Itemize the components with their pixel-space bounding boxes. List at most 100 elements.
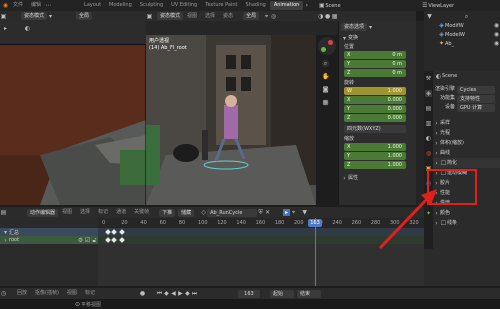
view-layer-name[interactable]: ViewLayer: [428, 3, 468, 9]
panel-simplify[interactable]: › ☐ 简化: [433, 158, 500, 168]
play-reverse-icon[interactable]: ◀: [170, 290, 177, 297]
dopesheet-menu-view[interactable]: 视图: [58, 208, 76, 217]
outliner-row[interactable]: ◈ ModifW ◉: [424, 21, 500, 30]
dopesheet-menu-key[interactable]: 关键帧: [130, 208, 153, 217]
channel-row-summary[interactable]: ▾ 汇总: [0, 228, 98, 236]
scene-tab-icon[interactable]: ◐: [425, 135, 432, 142]
filter-icon[interactable]: ▼: [301, 209, 308, 216]
menu-file[interactable]: 文件: [9, 1, 27, 10]
push-down-button[interactable]: 下推: [159, 208, 176, 217]
panel-sampling[interactable]: › 采样: [433, 118, 500, 128]
rotation-x-field[interactable]: X 0.000: [344, 96, 406, 104]
camera-toggle-icon[interactable]: ▸: [2, 25, 9, 32]
snap-icon[interactable]: ⌖: [263, 13, 270, 20]
panel-motion-blur[interactable]: › ☐ 运动模糊: [433, 168, 500, 178]
attributes-section-header[interactable]: › 属性: [339, 173, 416, 183]
tab-texture-paint[interactable]: Texture Paint: [201, 1, 241, 10]
left-mode-dropdown[interactable]: 姿态模式: [21, 12, 48, 20]
physics-tab-icon[interactable]: ◎: [425, 180, 432, 187]
camera-icon[interactable]: ◙: [322, 86, 329, 93]
location-y-field[interactable]: Y0 m: [344, 60, 406, 68]
tab-layout[interactable]: Layout: [80, 1, 105, 10]
dopesheet-menu-marker[interactable]: 标记: [94, 208, 112, 217]
xray-icon[interactable]: ▦: [331, 13, 338, 20]
panel-curves[interactable]: › 曲线: [433, 148, 500, 158]
marker-menu[interactable]: 标记: [81, 289, 99, 298]
panel-bake[interactable]: › 烘焙: [433, 198, 500, 208]
viewport-menu-pose[interactable]: 姿态: [219, 12, 237, 21]
zoom-icon[interactable]: ⌕: [322, 60, 329, 67]
jump-start-icon[interactable]: ⏮: [156, 290, 163, 297]
more-tabs-icon[interactable]: ›: [303, 2, 310, 9]
more-menu-icon[interactable]: ⋯: [45, 2, 52, 9]
constraint-tab-icon[interactable]: ⛓: [425, 195, 433, 202]
feature-set-dropdown[interactable]: 支持特性: [457, 94, 495, 103]
panel-light-paths[interactable]: › 光程: [433, 128, 500, 138]
pose-options-dropdown[interactable]: 姿态选项: [341, 23, 368, 31]
eye-icon[interactable]: ◉: [493, 22, 500, 29]
snap-icon[interactable]: ⌖: [290, 209, 297, 216]
checkbox-icon[interactable]: ☑: [84, 237, 91, 244]
left-scene-render[interactable]: [0, 45, 146, 205]
current-frame-field[interactable]: 163: [237, 289, 260, 298]
output-tab-icon[interactable]: ▤: [425, 105, 432, 112]
rotation-z-field[interactable]: Z 0.000: [344, 114, 406, 122]
overlay-icon[interactable]: ◑: [317, 13, 324, 20]
play-icon[interactable]: ▶: [177, 290, 184, 297]
dopesheet-mode-dropdown[interactable]: 动作编辑器: [27, 208, 59, 217]
next-keyframe-icon[interactable]: ◆: [184, 290, 191, 297]
panel-color-management[interactable]: › 颜色: [433, 208, 500, 218]
outliner-row[interactable]: ◈ ModelW ◉: [424, 30, 500, 39]
end-frame-field[interactable]: 结束: [296, 289, 321, 298]
panel-volumes[interactable]: › 体积(缩放): [433, 138, 500, 148]
modifier-icon[interactable]: ⚙: [77, 237, 84, 244]
outliner-row[interactable]: ✦ Ab_ ◉: [424, 39, 500, 48]
tab-modeling[interactable]: Modeling: [105, 1, 136, 10]
object-tab-icon[interactable]: ▣: [425, 165, 432, 172]
eye-icon[interactable]: ◉: [493, 31, 500, 38]
grid-icon[interactable]: ▦: [322, 99, 329, 106]
data-tab-icon[interactable]: ✦: [425, 210, 432, 217]
scale-z-field[interactable]: Z 1.000: [344, 161, 406, 169]
panel-freestyle[interactable]: › ☐ 线条: [433, 218, 500, 228]
left-viewport[interactable]: ▸ ◐: [0, 21, 146, 45]
jump-end-icon[interactable]: ⏭: [191, 290, 198, 297]
viewport-menu-view[interactable]: 视图: [183, 12, 201, 21]
location-z-field[interactable]: Z0 m: [344, 69, 406, 77]
tab-uv-editing[interactable]: UV Editing: [167, 1, 201, 10]
checkbox-icon[interactable]: ☐: [440, 220, 447, 227]
playhead-line[interactable]: [315, 218, 316, 286]
render-engine-dropdown[interactable]: Cycles: [457, 85, 495, 94]
panel-performance[interactable]: › 性能: [433, 188, 500, 198]
action-name-field[interactable]: Ab_RunCycle: [207, 208, 258, 217]
channel-row-root[interactable]: › root ⚙ ☑ 🔓︎: [0, 236, 98, 244]
checkbox-icon[interactable]: ☐: [440, 170, 447, 177]
eye-icon[interactable]: ◉: [493, 40, 500, 47]
left-transform-dropdown[interactable]: 全局: [76, 12, 93, 20]
dopesheet-menu-select[interactable]: 选择: [76, 208, 94, 217]
close-icon[interactable]: ✕: [264, 209, 271, 216]
fake-user-icon[interactable]: ⛨: [257, 209, 264, 216]
view-menu[interactable]: 视图: [63, 289, 81, 298]
editor-type-icon[interactable]: ▤: [0, 209, 7, 216]
checkbox-icon[interactable]: ☐: [440, 160, 447, 167]
record-icon[interactable]: ●: [139, 290, 146, 297]
render-tab-icon[interactable]: ◈: [425, 90, 432, 97]
viewport-transform-dropdown[interactable]: 全局: [243, 12, 260, 20]
tab-animation[interactable]: Animation: [269, 1, 304, 10]
scene-name[interactable]: Scene: [325, 3, 385, 9]
outliner-filter-icon[interactable]: ▼: [426, 13, 433, 20]
tab-shading[interactable]: Shading: [242, 1, 270, 10]
prev-keyframe-icon[interactable]: ◆: [163, 290, 170, 297]
transform-section-header[interactable]: ▾ 变换: [339, 33, 416, 43]
select-tool-icon[interactable]: ▸: [283, 209, 291, 216]
playhead-frame-badge[interactable]: 163: [308, 219, 322, 227]
tab-sculpting[interactable]: Sculpting: [136, 1, 167, 10]
view-layer-tab-icon[interactable]: ▥: [425, 120, 432, 127]
start-frame-field[interactable]: 起始: [269, 289, 294, 298]
tool-tab-icon[interactable]: ⚒: [425, 75, 432, 82]
proportional-icon[interactable]: ◎: [270, 13, 277, 20]
stash-button[interactable]: 储藏: [178, 208, 195, 217]
location-x-field[interactable]: X0 m: [344, 51, 406, 59]
blender-logo-icon[interactable]: ◉: [2, 2, 9, 9]
